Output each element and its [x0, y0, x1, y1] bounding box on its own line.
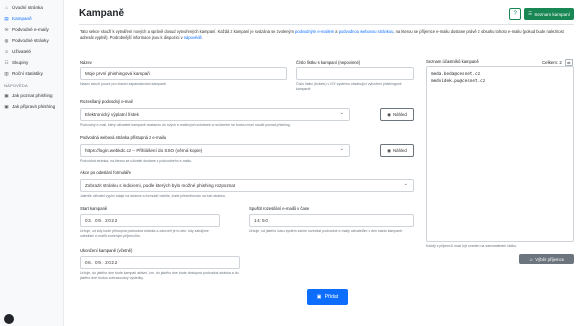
- ticket-label: Číslo lístku s kampaní (nepovinné): [296, 60, 361, 65]
- campaign-icon: ▤: [4, 15, 9, 21]
- sidebar-heading-help: NÁPOVĚDA: [4, 83, 28, 88]
- sidebar-item-users[interactable]: ☺ Uživatelé: [0, 46, 63, 57]
- recipients-hint: Každý z příjemců musí být uveden na samo…: [426, 244, 518, 248]
- end-date-input[interactable]: 06. 09. 2022: [80, 256, 240, 269]
- email-hint: Podvodný e-mail, který uživatelé kampaně…: [80, 123, 291, 127]
- website-preview-button[interactable]: ◉ Náhled: [380, 144, 414, 157]
- header-actions: ? ☰ Seznam kampaní: [509, 8, 574, 20]
- sidebar-item-label: Úvodní stránka: [12, 5, 43, 10]
- help-icon: ?: [513, 11, 517, 17]
- sidebar: ⌂ Úvodní stránka ▤ Kampaně ✉ Podvodné e-…: [0, 0, 64, 326]
- list-icon: ☰: [528, 11, 533, 16]
- sidebar-item-label: Skupiny: [12, 60, 29, 65]
- name-input[interactable]: Moje první phishingová kampaň: [80, 67, 287, 80]
- name-label: Název: [80, 60, 92, 65]
- start-date-input[interactable]: 03. 09. 2022: [80, 214, 220, 227]
- eye-icon: ◉: [387, 147, 391, 153]
- sidebar-item-websites[interactable]: ◍ Podvodné stránky: [0, 35, 63, 46]
- help-button[interactable]: ?: [509, 8, 522, 20]
- email-preview-label: Náhled: [392, 112, 407, 117]
- name-hint: Název slouží pouze pro vlastní zapamatov…: [80, 82, 167, 86]
- email-preview-button[interactable]: ◉ Náhled: [380, 108, 414, 121]
- recipients-textarea[interactable]: meda.beda@cesnet.cz medvidek.pu@cesnet.c…: [426, 66, 574, 242]
- sidebar-item-label: Kampaně: [12, 16, 32, 21]
- select-recipients-label: Výběr příjemce: [535, 256, 565, 262]
- intro-part: Tato sekce slouží k vytváření nových a s…: [80, 29, 296, 34]
- start-date-label: Start kampaně: [80, 206, 108, 211]
- link-phishing-emails[interactable]: podvodným e-mailem: [295, 29, 334, 34]
- sidebar-item-groups[interactable]: ☷ Skupiny: [0, 57, 63, 68]
- home-icon: ⌂: [5, 5, 8, 10]
- website-label: Podvodná webová stránka přístupná z e-ma…: [80, 135, 167, 140]
- send-time-hint: Určuje, od jakého času systém začne roze…: [249, 229, 404, 233]
- start-date-hint: Určuje, od kdy bude přístupná podvodná s…: [80, 229, 209, 238]
- intro-part: .: [201, 34, 203, 40]
- stats-icon: ▥: [4, 70, 9, 76]
- end-date-hint: Určuje, do jakého dne bude kampaň aktivn…: [80, 271, 239, 280]
- action-hint: Jakmile uživatel vyplní údaje na stránce…: [80, 194, 226, 198]
- sidebar-item-prepare-phishing[interactable]: ▣ Jak připravit phishing: [0, 101, 63, 112]
- sidebar-item-label: Roční statistiky: [12, 71, 43, 76]
- header-divider: [79, 24, 574, 25]
- website-preview-label: Náhled: [392, 148, 407, 153]
- save-icon: ▣: [316, 294, 322, 300]
- select-recipients-button[interactable]: ☺ Výběr příjemce: [519, 254, 574, 264]
- avatar[interactable]: [4, 314, 14, 324]
- email-icon: ✉: [4, 26, 9, 32]
- send-time-label: Spuštit rozesílání e-mailů v čase: [249, 206, 310, 211]
- globe-icon: ◍: [4, 37, 9, 43]
- recipient-email: medvidek.pu@cesnet.cz: [431, 78, 486, 84]
- sidebar-item-label: Podvodné stránky: [12, 38, 49, 43]
- recipients-label: Seznam účastníků kampaně: [426, 59, 479, 64]
- main-content: Kampaně ? ☰ Seznam kampaní Tato sekce sl…: [64, 0, 580, 326]
- sidebar-item-label: Uživatelé: [12, 49, 31, 54]
- campaign-list-label: Seznam kampaní: [534, 11, 570, 17]
- ticket-hint: Číslo lístku (ticketu) v ISY systému obs…: [296, 82, 402, 91]
- sidebar-item-stats[interactable]: ▥ Roční statistiky: [0, 68, 63, 79]
- sidebar-item-label: Jak poznat phishing: [12, 93, 53, 98]
- intro-text: Tato sekce slouží k vytváření nových a s…: [80, 29, 565, 41]
- website-hint: Podvodná stránka, na kterou se uživatel …: [80, 159, 193, 163]
- submit-label: Přidat: [324, 294, 339, 300]
- recipients-count-label: Celkem: 2: [542, 60, 562, 65]
- swap-icon[interactable]: ⇄: [564, 59, 573, 66]
- website-select[interactable]: https://login.webkdc.cz – Přihlášení do …: [80, 144, 350, 157]
- book-icon: ▣: [4, 103, 9, 109]
- page-title: Kampaně: [79, 8, 125, 19]
- sidebar-item-detect-phishing[interactable]: ▣ Jak poznat phishing: [0, 90, 63, 101]
- send-time-input[interactable]: 14:50: [249, 214, 414, 227]
- book-icon: ▣: [4, 92, 9, 98]
- sidebar-item-home[interactable]: ⌂ Úvodní stránka: [0, 2, 63, 13]
- end-date-label: Ukončení kampaně (včetně): [80, 248, 133, 253]
- action-select[interactable]: Zobrazit stránku s indiciemi, podle kter…: [80, 179, 414, 192]
- recipients-count: Celkem: 2 ⇄: [542, 59, 573, 66]
- groups-icon: ☷: [4, 59, 9, 65]
- sidebar-item-label: Jak připravit phishing: [12, 104, 56, 109]
- submit-button[interactable]: ▣ Přidat: [307, 289, 348, 305]
- ticket-input[interactable]: [296, 67, 414, 80]
- user-plus-icon: ☺: [528, 256, 534, 262]
- campaign-list-button[interactable]: ☰ Seznam kampaní: [524, 8, 574, 20]
- eye-icon: ◉: [387, 111, 391, 117]
- link-help[interactable]: nápovědě: [184, 35, 202, 40]
- sidebar-item-campaigns[interactable]: ▤ Kampaně: [0, 13, 63, 24]
- users-icon: ☺: [4, 49, 9, 54]
- sidebar-item-emails[interactable]: ✉ Podvodné e-maily: [0, 24, 63, 35]
- link-phishing-websites[interactable]: podvodnou webovou stránkou: [339, 29, 394, 34]
- sidebar-item-label: Podvodné e-maily: [12, 27, 49, 32]
- email-label: Rozesílaný podvodný e-mail: [80, 99, 133, 104]
- action-label: Akce po odeslání formuláře: [80, 170, 131, 175]
- email-select[interactable]: Elektronický výplatní lístek: [80, 108, 350, 121]
